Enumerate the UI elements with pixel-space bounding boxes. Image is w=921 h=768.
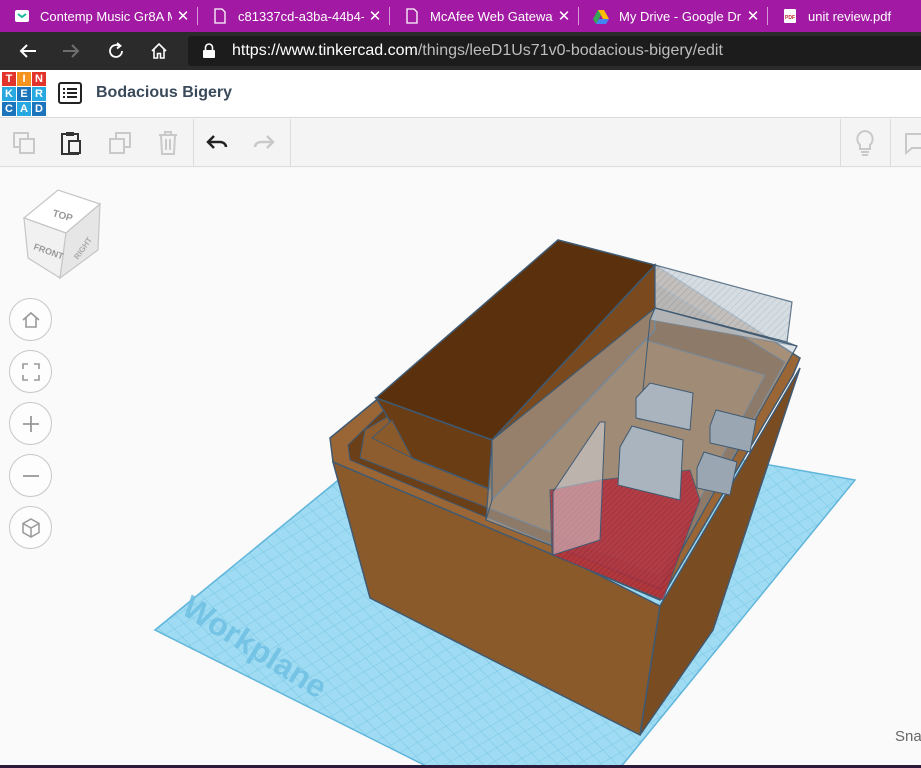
lock-icon (202, 43, 216, 59)
logo-letter: R (32, 87, 46, 101)
tinkercad-logo[interactable]: TIN KER CAD (2, 72, 46, 116)
logo-letter: D (32, 102, 46, 116)
duplicate-icon[interactable] (104, 127, 136, 159)
tab-title: c81337cd-a3ba-44b4-9 (238, 8, 364, 24)
tab-title: McAfee Web Gateway - (430, 8, 553, 24)
notes-icon[interactable] (897, 127, 921, 159)
back-icon[interactable] (14, 37, 42, 65)
browser-nav-bar: https://www.tinkercad.com/things/leeD1Us… (0, 32, 921, 70)
page-icon (404, 8, 420, 24)
logo-letter: N (32, 72, 46, 86)
scene-canvas[interactable]: Workplane (0, 168, 921, 768)
design-list-icon[interactable] (58, 82, 82, 104)
edit-toolbar (0, 119, 921, 167)
app-icon (14, 8, 30, 24)
tab-contemp-music[interactable]: Contemp Music Gr8A M ✕ (0, 0, 198, 32)
tab-title: Contemp Music Gr8A M (40, 8, 172, 24)
tab-mcafee[interactable]: McAfee Web Gateway - ✕ (390, 0, 579, 32)
page-icon (212, 8, 228, 24)
home-view-icon[interactable] (9, 298, 52, 341)
3d-viewport[interactable]: Workplane TOP FRONT RIGHT Sna (0, 168, 921, 768)
browser-tab-bar: Contemp Music Gr8A M ✕ c81337cd-a3ba-44b… (0, 0, 921, 32)
logo-letter: K (2, 87, 16, 101)
zoom-out-icon[interactable] (9, 454, 52, 497)
paste-icon[interactable] (55, 127, 87, 159)
app-header: TIN KER CAD Bodacious Bigery (0, 70, 921, 118)
tab-unit-review[interactable]: PDF unit review.pdf (768, 0, 921, 32)
redo-icon[interactable] (248, 127, 280, 159)
address-bar[interactable]: https://www.tinkercad.com/things/leeD1Us… (188, 36, 921, 66)
logo-letter: C (2, 102, 16, 116)
google-drive-icon (593, 8, 609, 24)
view-cube[interactable]: TOP FRONT RIGHT (20, 188, 104, 280)
close-tab-icon[interactable]: ✕ (557, 7, 571, 25)
forward-icon[interactable] (57, 37, 85, 65)
undo-icon[interactable] (201, 127, 233, 159)
project-title[interactable]: Bodacious Bigery (96, 84, 232, 102)
lightbulb-icon[interactable] (849, 127, 881, 159)
tab-title: unit review.pdf (808, 8, 892, 24)
tab-google-drive[interactable]: My Drive - Google Driv ✕ (579, 0, 768, 32)
snap-grid-label[interactable]: Sna (895, 728, 921, 745)
home-icon[interactable] (145, 37, 173, 65)
logo-letter: I (17, 72, 31, 86)
tab-title: My Drive - Google Driv (619, 8, 742, 24)
pdf-icon: PDF (782, 8, 798, 24)
zoom-in-icon[interactable] (9, 402, 52, 445)
logo-letter: T (2, 72, 16, 86)
delete-icon[interactable] (152, 127, 184, 159)
copy-icon[interactable] (8, 127, 40, 159)
svg-text:PDF: PDF (785, 15, 795, 21)
tab-document[interactable]: c81337cd-a3ba-44b4-9 ✕ (198, 0, 390, 32)
url-text: https://www.tinkercad.com/things/leeD1Us… (232, 42, 723, 59)
refresh-icon[interactable] (102, 37, 130, 65)
close-tab-icon[interactable]: ✕ (746, 7, 760, 25)
fit-view-icon[interactable] (9, 350, 52, 393)
close-tab-icon[interactable]: ✕ (368, 7, 382, 25)
close-tab-icon[interactable]: ✕ (176, 7, 190, 25)
logo-letter: E (17, 87, 31, 101)
perspective-icon[interactable] (9, 506, 52, 549)
logo-letter: A (17, 102, 31, 116)
